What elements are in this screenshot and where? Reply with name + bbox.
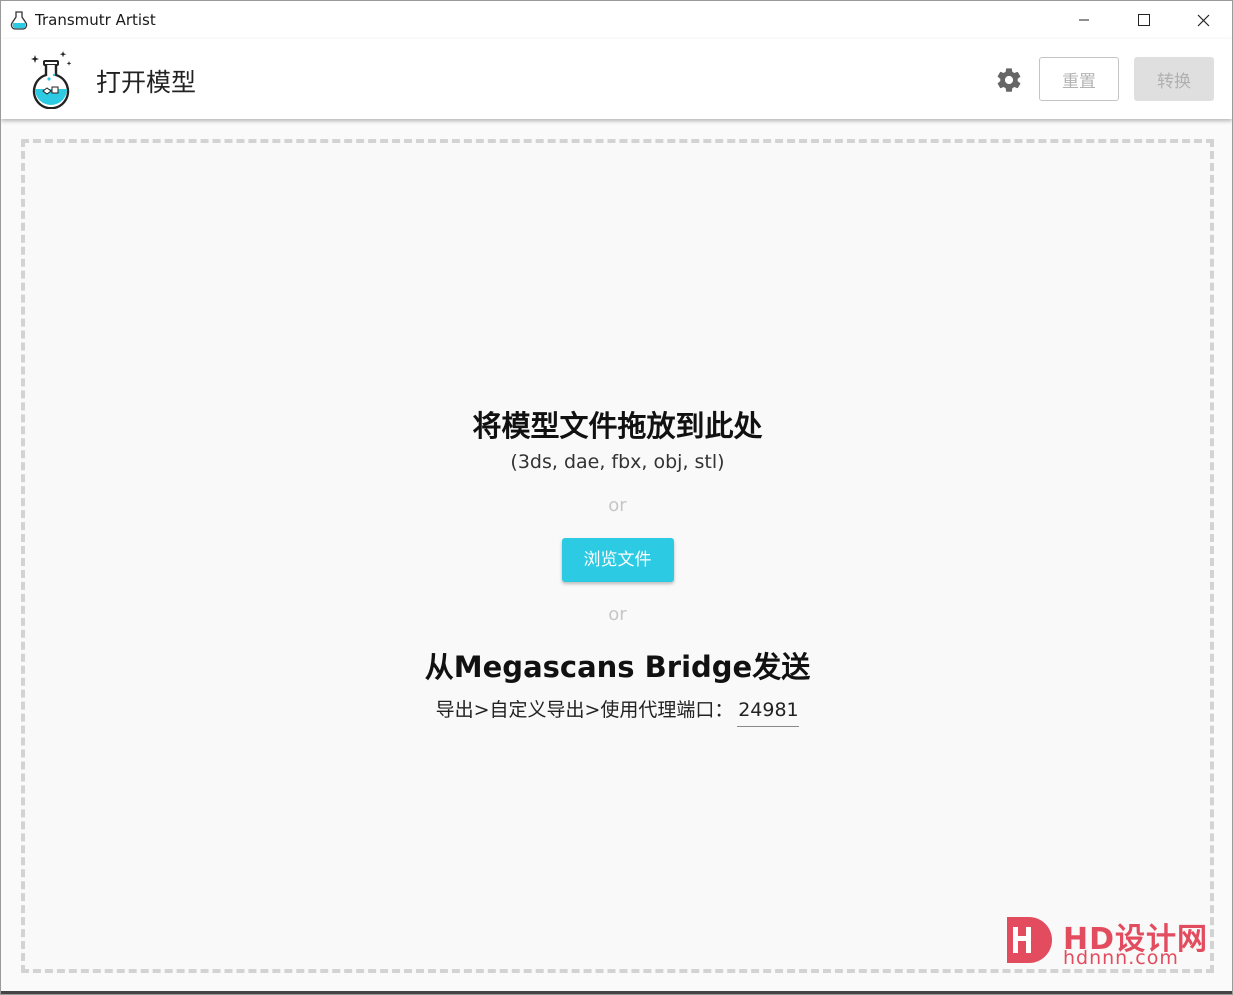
- flask-logo-icon: [31, 51, 72, 109]
- bottom-edge: [1, 991, 1232, 994]
- watermark-logo-icon: [1007, 917, 1052, 963]
- page-title: 打开模型: [96, 68, 197, 97]
- drop-zone[interactable]: 将模型文件拖放到此处 (3ds, dae, fbx, obj, stl) or …: [21, 139, 1214, 973]
- close-button[interactable]: [1174, 1, 1232, 39]
- or-separator: or: [608, 495, 627, 516]
- port-input[interactable]: [737, 697, 800, 727]
- reset-button[interactable]: 重置: [1039, 57, 1119, 101]
- title-bar: Transmutr Artist: [1, 1, 1232, 39]
- minimize-button[interactable]: [1055, 1, 1113, 39]
- bridge-heading: 从Megascans Bridge发送: [424, 650, 811, 684]
- window-title: Transmutr Artist: [35, 11, 156, 29]
- watermark: HD设计网 hdnnn.com: [1001, 911, 1211, 971]
- or-separator: or: [608, 604, 627, 625]
- watermark-url: hdnnn.com: [1063, 947, 1179, 969]
- maximize-icon: [1138, 14, 1150, 26]
- gear-icon: [997, 68, 1021, 92]
- close-icon: [1197, 14, 1209, 26]
- minimize-icon: [1079, 19, 1089, 21]
- supported-formats: (3ds, dae, fbx, obj, stl): [510, 451, 725, 473]
- settings-button[interactable]: [994, 65, 1024, 95]
- app-flask-icon: [10, 11, 28, 30]
- app-header: 打开模型 重置 转换: [1, 39, 1232, 119]
- browse-files-button[interactable]: 浏览文件: [561, 538, 674, 582]
- app-window: Transmutr Artist 打开模型 重置 转换 将模型文件拖放到此处 (…: [0, 0, 1233, 995]
- convert-button[interactable]: 转换: [1134, 57, 1214, 101]
- maximize-button[interactable]: [1115, 1, 1173, 39]
- port-row: 导出>自定义导出>使用代理端口：: [25, 697, 1210, 727]
- drop-heading: 将模型文件拖放到此处: [472, 409, 763, 443]
- drop-zone-content: 将模型文件拖放到此处 (3ds, dae, fbx, obj, stl) or …: [25, 405, 1210, 727]
- port-label: 导出>自定义导出>使用代理端口：: [435, 699, 734, 721]
